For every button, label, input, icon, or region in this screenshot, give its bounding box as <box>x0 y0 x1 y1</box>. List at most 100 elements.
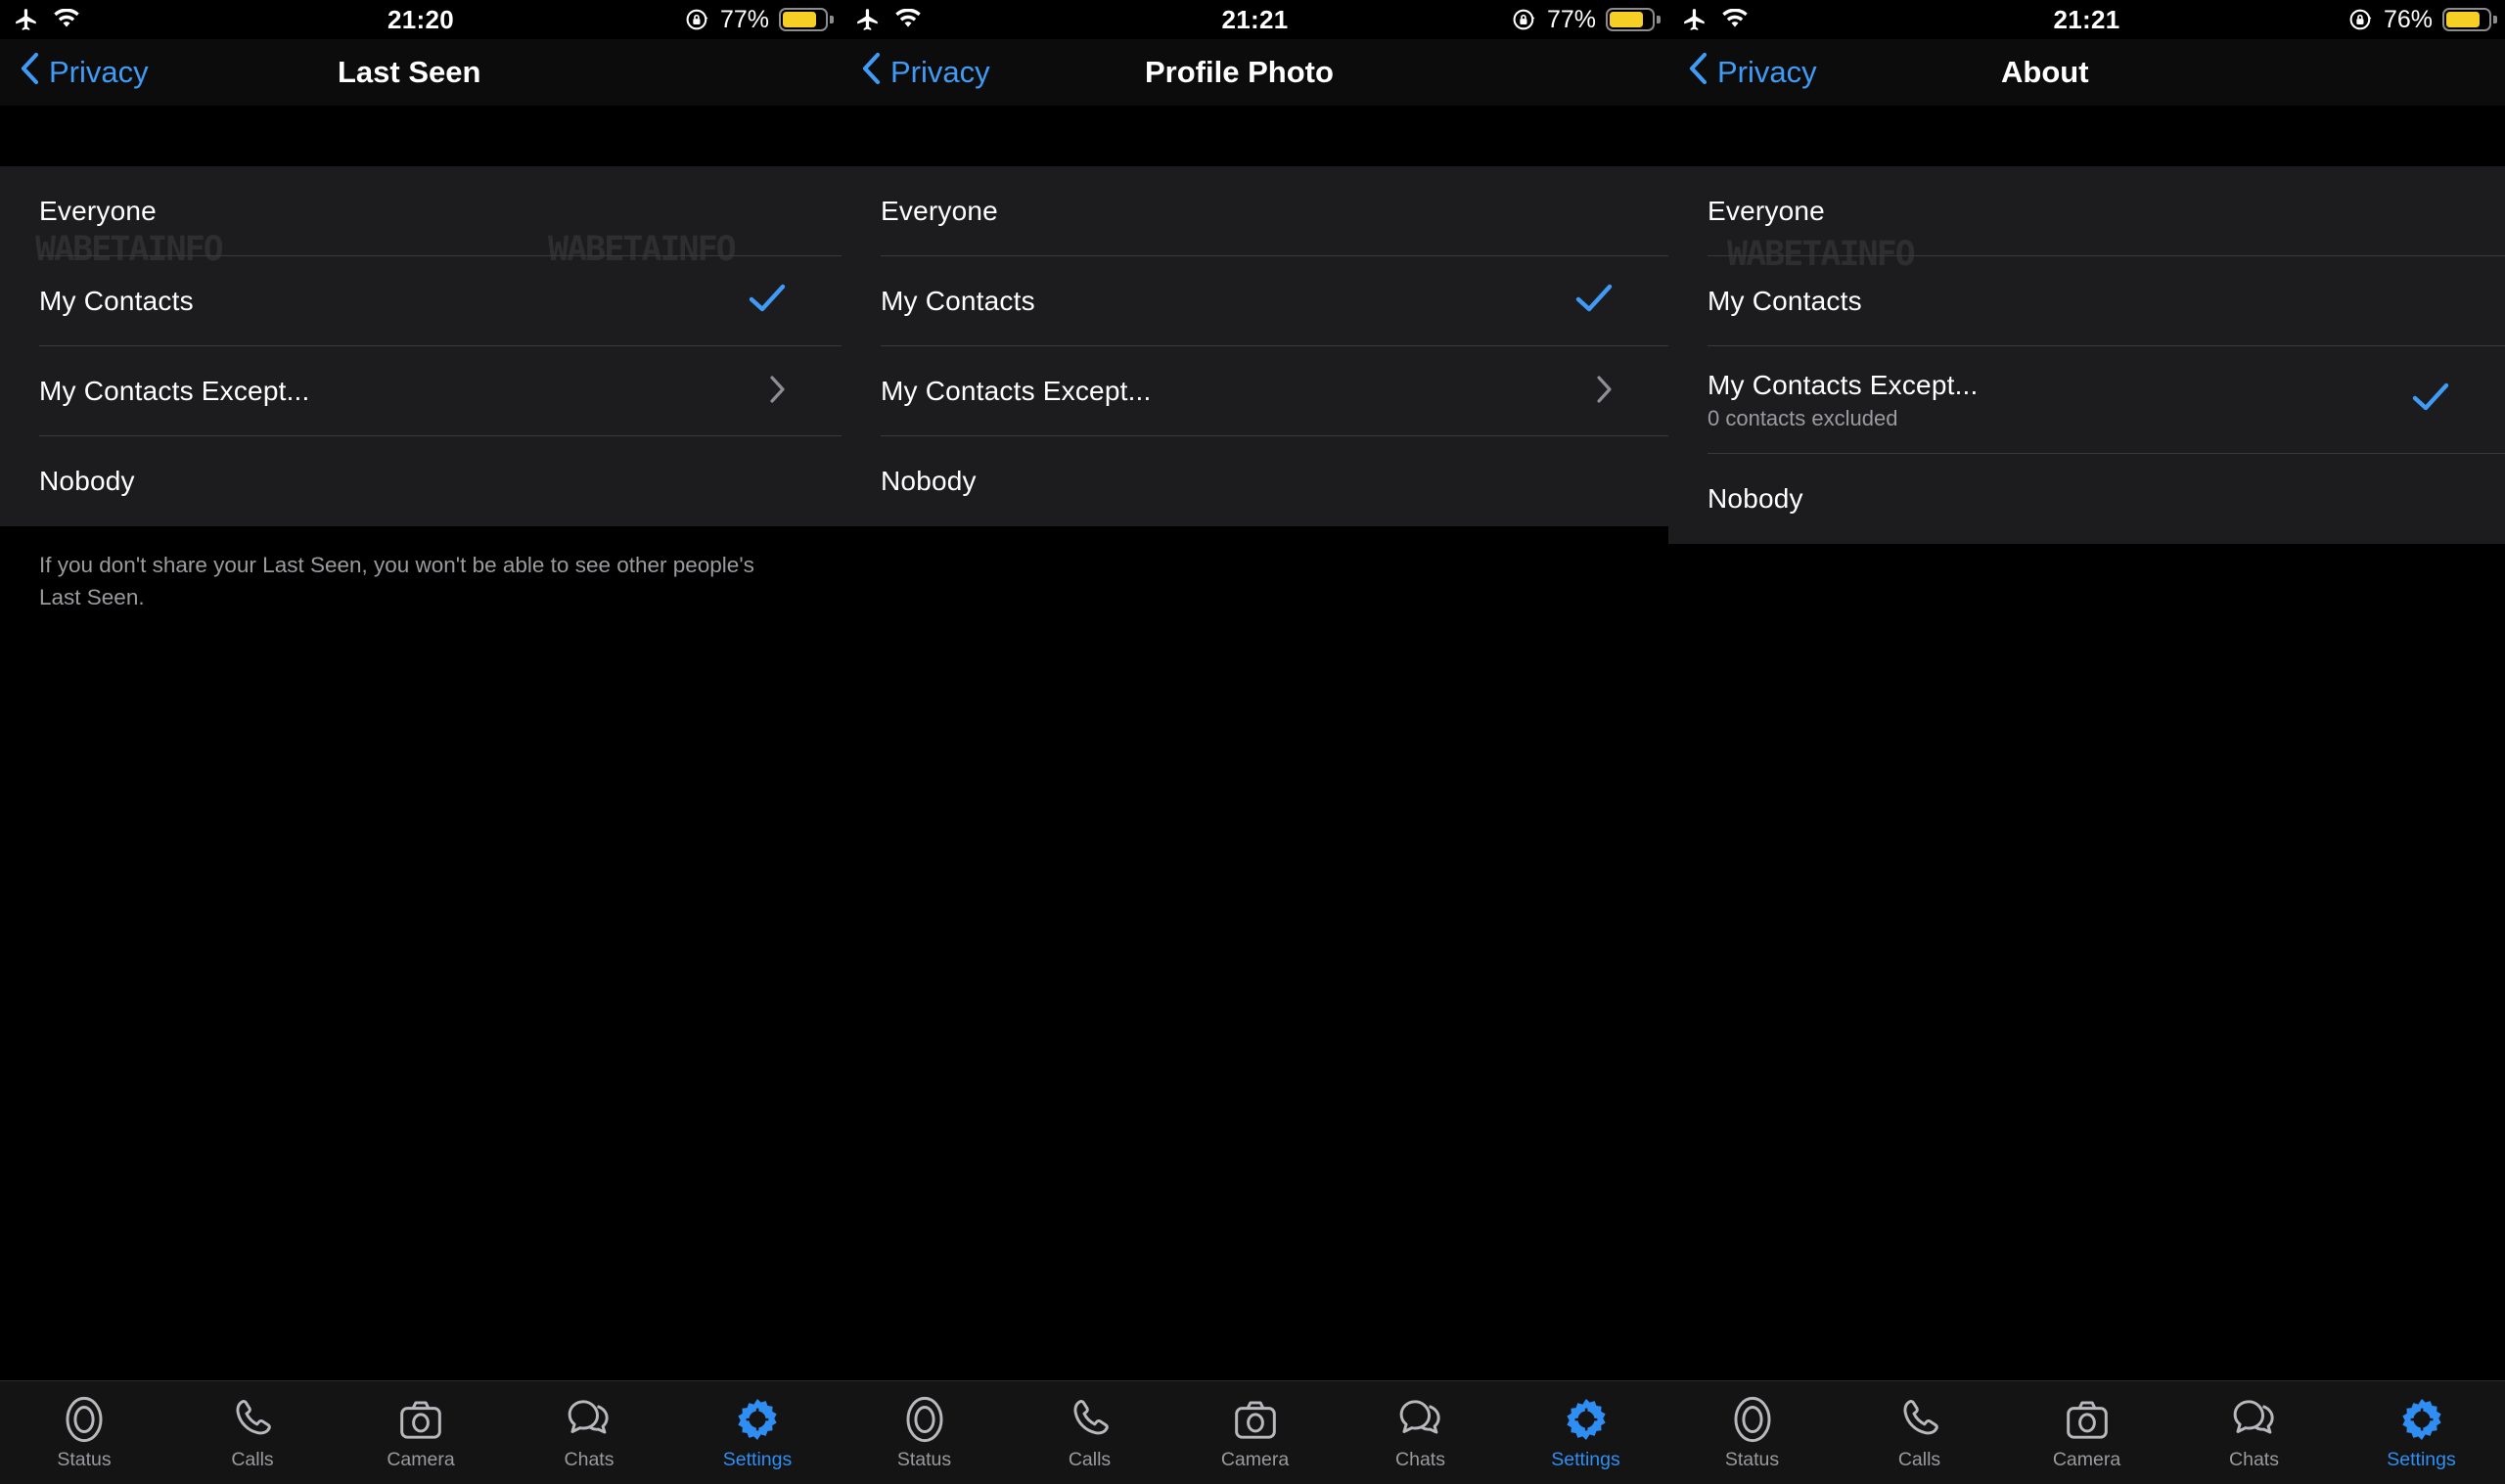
list-item-label: My Contacts <box>1708 286 1862 316</box>
tab-group: Status Calls Camera Chats Settings <box>842 1381 1668 1484</box>
tab-label: Chats <box>564 1448 615 1470</box>
list-item-my-contacts[interactable]: My Contacts <box>842 256 1668 346</box>
list-item-everyone[interactable]: Everyone <box>1668 166 2505 256</box>
tab-label: Camera <box>387 1448 455 1470</box>
list-item-my-contacts[interactable]: My Contacts <box>0 256 842 346</box>
page-title: About <box>2001 55 2089 89</box>
list-item-my-contacts-except[interactable]: My Contacts Except... <box>0 346 842 436</box>
tab-label: Settings <box>1551 1448 1620 1470</box>
tab-label: Status <box>1724 1448 1780 1470</box>
tab-label: Camera <box>2052 1448 2121 1470</box>
tab-calls[interactable]: Calls <box>1836 1381 2003 1484</box>
page-title: Last Seen <box>338 55 481 89</box>
tab-calls[interactable]: Calls <box>1007 1381 1172 1484</box>
list-item-label: My Contacts <box>881 286 1035 316</box>
privacy-options-list: Everyone My Contacts My Contacts Except.… <box>842 166 1668 526</box>
battery-percent-label: 76% <box>2383 5 2433 33</box>
list-item-my-contacts-except[interactable]: My Contacts Except... <box>842 346 1668 436</box>
status-ring-icon <box>1728 1395 1777 1444</box>
nav-bar: Privacy Last Seen <box>0 39 842 106</box>
status-bar-right: 76% <box>2348 5 2497 34</box>
tab-status[interactable]: Status <box>1668 1381 1836 1484</box>
list-item-everyone[interactable]: Everyone <box>842 166 1668 256</box>
tab-group: Status Calls Camera Chats Settings <box>1668 1381 2505 1484</box>
status-bar-right: 77% <box>1512 5 1661 34</box>
tab-camera[interactable]: Camera <box>337 1381 505 1484</box>
list-item-nobody[interactable]: Nobody <box>842 436 1668 526</box>
panel-about: 21:21 76% Privacy About Everyone My Cont… <box>1668 0 2505 1380</box>
list-item-label: Everyone <box>1708 196 1825 226</box>
gear-icon <box>2397 1395 2446 1444</box>
chat-bubbles-icon <box>1396 1395 1445 1444</box>
chat-bubbles-icon <box>2230 1395 2279 1444</box>
battery-icon <box>2442 8 2497 31</box>
list-item-label: My Contacts <box>39 286 194 316</box>
camera-icon <box>396 1395 445 1444</box>
gear-icon <box>733 1395 782 1444</box>
gear-icon <box>1562 1395 1611 1444</box>
tab-bar: Status Calls Camera Chats Settings Statu… <box>0 1380 2505 1484</box>
list-item-nobody[interactable]: Nobody <box>1668 454 2505 544</box>
tab-status[interactable]: Status <box>842 1381 1007 1484</box>
tab-settings[interactable]: Settings <box>1503 1381 1668 1484</box>
list-item-my-contacts[interactable]: My Contacts <box>1668 256 2505 346</box>
list-item-label: Nobody <box>881 466 977 496</box>
phone-icon <box>1895 1395 1944 1444</box>
list-item-my-contacts-except[interactable]: My Contacts Except... 0 contacts exclude… <box>1668 346 2505 454</box>
status-bar: 21:21 76% <box>1668 0 2505 39</box>
nav-bar: Privacy Profile Photo <box>842 39 1668 106</box>
tab-label: Settings <box>2387 1448 2456 1470</box>
list-item-label: Everyone <box>881 196 998 226</box>
tab-label: Calls <box>1897 1448 1941 1470</box>
tab-label: Chats <box>1395 1448 1445 1470</box>
page-title: Profile Photo <box>1145 55 1334 89</box>
tab-label: Calls <box>231 1448 274 1470</box>
camera-icon <box>1231 1395 1280 1444</box>
tab-camera[interactable]: Camera <box>2003 1381 2170 1484</box>
panel-profile-photo: 21:21 77% Privacy Profile Photo Everyone… <box>842 0 1668 1380</box>
tab-label: Camera <box>1220 1448 1290 1470</box>
section-gap <box>0 106 842 166</box>
tab-chats[interactable]: Chats <box>1338 1381 1503 1484</box>
tab-calls[interactable]: Calls <box>168 1381 337 1484</box>
privacy-options-list: Everyone My Contacts My Contacts Except.… <box>1668 166 2505 544</box>
tab-settings[interactable]: Settings <box>673 1381 842 1484</box>
tab-label: Calls <box>1068 1448 1112 1470</box>
tab-label: Status <box>896 1448 952 1470</box>
status-ring-icon <box>60 1395 109 1444</box>
tab-chats[interactable]: Chats <box>505 1381 673 1484</box>
list-item-nobody[interactable]: Nobody <box>0 436 842 526</box>
list-item-label: My Contacts Except... <box>1708 369 1979 400</box>
tab-label: Chats <box>2229 1448 2279 1470</box>
screenshot-root: 21:20 77% Privacy Last Seen Everyone My … <box>0 0 2505 1484</box>
checkmark-icon <box>1574 283 1614 320</box>
battery-icon <box>1606 8 1661 31</box>
battery-icon <box>779 8 834 31</box>
status-bar: 21:21 77% <box>842 0 1668 39</box>
tab-label: Status <box>57 1448 112 1470</box>
chevron-right-icon <box>1596 375 1614 409</box>
checkmark-icon <box>2411 382 2450 419</box>
tab-chats[interactable]: Chats <box>2170 1381 2338 1484</box>
list-item-label: My Contacts Except... <box>881 376 1152 406</box>
battery-percent-label: 77% <box>719 5 769 33</box>
tab-status[interactable]: Status <box>0 1381 168 1484</box>
rotation-lock-icon <box>685 7 710 32</box>
rotation-lock-icon <box>2348 7 2374 32</box>
tab-settings[interactable]: Settings <box>2338 1381 2505 1484</box>
status-bar-right: 77% <box>685 5 834 34</box>
battery-percent-label: 77% <box>1546 5 1596 33</box>
chevron-right-icon <box>769 375 787 409</box>
list-item-label: Everyone <box>39 196 157 226</box>
checkmark-icon <box>748 283 787 320</box>
list-item-label: Nobody <box>39 466 135 496</box>
tab-camera[interactable]: Camera <box>1172 1381 1338 1484</box>
section-gap <box>842 106 1668 166</box>
list-item-label: Nobody <box>1708 483 1803 514</box>
nav-bar: Privacy About <box>1668 39 2505 106</box>
rotation-lock-icon <box>1512 7 1537 32</box>
status-bar: 21:20 77% <box>0 0 842 39</box>
phone-icon <box>1066 1395 1115 1444</box>
list-item-everyone[interactable]: Everyone <box>0 166 842 256</box>
footer-note: If you don't share your Last Seen, you w… <box>0 526 842 614</box>
